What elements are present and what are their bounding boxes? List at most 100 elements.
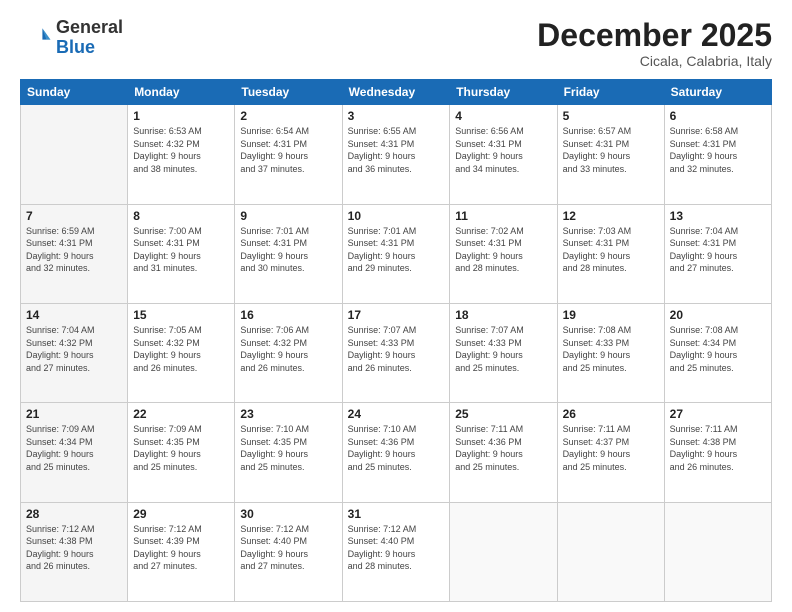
day-cell: 5 Sunrise: 6:57 AM Sunset: 4:31 PM Daylig…	[557, 105, 664, 204]
day-cell: 16 Sunrise: 7:06 AM Sunset: 4:32 PM Dayli…	[235, 303, 342, 402]
day-info: Sunrise: 7:04 AM Sunset: 4:32 PM Dayligh…	[26, 324, 122, 374]
day-cell: 10 Sunrise: 7:01 AM Sunset: 4:31 PM Dayli…	[342, 204, 450, 303]
day-cell: 18 Sunrise: 7:07 AM Sunset: 4:33 PM Dayli…	[450, 303, 557, 402]
col-header-monday: Monday	[128, 80, 235, 105]
day-info: Sunrise: 7:12 AM Sunset: 4:39 PM Dayligh…	[133, 523, 229, 573]
calendar: SundayMondayTuesdayWednesdayThursdayFrid…	[20, 79, 772, 602]
day-cell: 1 Sunrise: 6:53 AM Sunset: 4:32 PM Daylig…	[128, 105, 235, 204]
day-number: 28	[26, 507, 122, 521]
day-number: 3	[348, 109, 445, 123]
logo: General Blue	[20, 18, 123, 58]
week-row-4: 28 Sunrise: 7:12 AM Sunset: 4:38 PM Dayli…	[21, 502, 772, 601]
day-number: 27	[670, 407, 766, 421]
day-info: Sunrise: 7:12 AM Sunset: 4:40 PM Dayligh…	[348, 523, 445, 573]
day-info: Sunrise: 7:01 AM Sunset: 4:31 PM Dayligh…	[348, 225, 445, 275]
day-number: 11	[455, 209, 551, 223]
day-number: 31	[348, 507, 445, 521]
day-info: Sunrise: 7:01 AM Sunset: 4:31 PM Dayligh…	[240, 225, 336, 275]
day-info: Sunrise: 6:55 AM Sunset: 4:31 PM Dayligh…	[348, 125, 445, 175]
day-number: 22	[133, 407, 229, 421]
location: Cicala, Calabria, Italy	[537, 53, 772, 69]
day-info: Sunrise: 7:11 AM Sunset: 4:37 PM Dayligh…	[563, 423, 659, 473]
month-title: December 2025	[537, 18, 772, 53]
day-cell: 13Sunrise: 7:04 AM Sunset: 4:31 PM Dayli…	[664, 204, 771, 303]
day-cell: 8Sunrise: 7:00 AM Sunset: 4:31 PM Daylig…	[128, 204, 235, 303]
day-cell: 3 Sunrise: 6:55 AM Sunset: 4:31 PM Daylig…	[342, 105, 450, 204]
day-info: Sunrise: 7:10 AM Sunset: 4:35 PM Dayligh…	[240, 423, 336, 473]
day-cell: 24 Sunrise: 7:10 AM Sunset: 4:36 PM Dayli…	[342, 403, 450, 502]
day-number: 8	[133, 209, 229, 223]
title-section: December 2025 Cicala, Calabria, Italy	[537, 18, 772, 69]
day-number: 24	[348, 407, 445, 421]
day-number: 10	[348, 209, 445, 223]
col-header-tuesday: Tuesday	[235, 80, 342, 105]
day-info: Sunrise: 7:10 AM Sunset: 4:36 PM Dayligh…	[348, 423, 445, 473]
day-info: Sunrise: 7:06 AM Sunset: 4:32 PM Dayligh…	[240, 324, 336, 374]
day-info: Sunrise: 6:53 AM Sunset: 4:32 PM Dayligh…	[133, 125, 229, 175]
day-number: 23	[240, 407, 336, 421]
day-cell: 2Sunrise: 6:54 AM Sunset: 4:31 PM Daylig…	[235, 105, 342, 204]
day-cell: 20Sunrise: 7:08 AM Sunset: 4:34 PM Dayli…	[664, 303, 771, 402]
day-info: Sunrise: 7:03 AM Sunset: 4:31 PM Dayligh…	[563, 225, 659, 275]
day-cell: 11Sunrise: 7:02 AM Sunset: 4:31 PM Dayli…	[450, 204, 557, 303]
day-cell: 7 Sunrise: 6:59 AM Sunset: 4:31 PM Daylig…	[21, 204, 128, 303]
day-info: Sunrise: 7:11 AM Sunset: 4:36 PM Dayligh…	[455, 423, 551, 473]
week-row-3: 21 Sunrise: 7:09 AM Sunset: 4:34 PM Dayli…	[21, 403, 772, 502]
day-number: 30	[240, 507, 336, 521]
day-cell: 14 Sunrise: 7:04 AM Sunset: 4:32 PM Dayli…	[21, 303, 128, 402]
day-cell: 27Sunrise: 7:11 AM Sunset: 4:38 PM Dayli…	[664, 403, 771, 502]
day-cell	[450, 502, 557, 601]
day-cell: 28 Sunrise: 7:12 AM Sunset: 4:38 PM Dayli…	[21, 502, 128, 601]
day-cell: 31 Sunrise: 7:12 AM Sunset: 4:40 PM Dayli…	[342, 502, 450, 601]
day-number: 19	[563, 308, 659, 322]
day-number: 18	[455, 308, 551, 322]
col-header-thursday: Thursday	[450, 80, 557, 105]
week-row-1: 7 Sunrise: 6:59 AM Sunset: 4:31 PM Daylig…	[21, 204, 772, 303]
day-cell: 22 Sunrise: 7:09 AM Sunset: 4:35 PM Dayli…	[128, 403, 235, 502]
day-info: Sunrise: 6:58 AM Sunset: 4:31 PM Dayligh…	[670, 125, 766, 175]
day-info: Sunrise: 7:08 AM Sunset: 4:33 PM Dayligh…	[563, 324, 659, 374]
day-cell: 23 Sunrise: 7:10 AM Sunset: 4:35 PM Dayli…	[235, 403, 342, 502]
day-number: 2	[240, 109, 336, 123]
col-header-sunday: Sunday	[21, 80, 128, 105]
day-info: Sunrise: 6:59 AM Sunset: 4:31 PM Dayligh…	[26, 225, 122, 275]
calendar-body: 1 Sunrise: 6:53 AM Sunset: 4:32 PM Daylig…	[21, 105, 772, 602]
day-info: Sunrise: 7:07 AM Sunset: 4:33 PM Dayligh…	[348, 324, 445, 374]
day-info: Sunrise: 6:56 AM Sunset: 4:31 PM Dayligh…	[455, 125, 551, 175]
day-number: 14	[26, 308, 122, 322]
logo-icon	[20, 22, 52, 54]
logo-blue-text: Blue	[56, 38, 123, 58]
day-cell: 21 Sunrise: 7:09 AM Sunset: 4:34 PM Dayli…	[21, 403, 128, 502]
day-info: Sunrise: 7:08 AM Sunset: 4:34 PM Dayligh…	[670, 324, 766, 374]
day-info: Sunrise: 7:05 AM Sunset: 4:32 PM Dayligh…	[133, 324, 229, 374]
day-number: 16	[240, 308, 336, 322]
day-cell	[21, 105, 128, 204]
day-number: 12	[563, 209, 659, 223]
day-number: 26	[563, 407, 659, 421]
week-row-0: 1 Sunrise: 6:53 AM Sunset: 4:32 PM Daylig…	[21, 105, 772, 204]
day-cell: 19 Sunrise: 7:08 AM Sunset: 4:33 PM Dayli…	[557, 303, 664, 402]
day-info: Sunrise: 6:57 AM Sunset: 4:31 PM Dayligh…	[563, 125, 659, 175]
logo-general-text: General	[56, 18, 123, 38]
day-cell: 30Sunrise: 7:12 AM Sunset: 4:40 PM Dayli…	[235, 502, 342, 601]
day-number: 7	[26, 209, 122, 223]
day-number: 9	[240, 209, 336, 223]
day-cell	[557, 502, 664, 601]
day-info: Sunrise: 7:12 AM Sunset: 4:38 PM Dayligh…	[26, 523, 122, 573]
day-number: 29	[133, 507, 229, 521]
header: General Blue December 2025 Cicala, Calab…	[20, 18, 772, 69]
day-number: 21	[26, 407, 122, 421]
day-number: 5	[563, 109, 659, 123]
day-number: 25	[455, 407, 551, 421]
day-number: 1	[133, 109, 229, 123]
col-header-wednesday: Wednesday	[342, 80, 450, 105]
day-number: 17	[348, 308, 445, 322]
day-info: Sunrise: 7:09 AM Sunset: 4:35 PM Dayligh…	[133, 423, 229, 473]
day-cell: 25 Sunrise: 7:11 AM Sunset: 4:36 PM Dayli…	[450, 403, 557, 502]
day-info: Sunrise: 7:09 AM Sunset: 4:34 PM Dayligh…	[26, 423, 122, 473]
day-cell: 26 Sunrise: 7:11 AM Sunset: 4:37 PM Dayli…	[557, 403, 664, 502]
day-info: Sunrise: 7:07 AM Sunset: 4:33 PM Dayligh…	[455, 324, 551, 374]
day-number: 13	[670, 209, 766, 223]
col-header-saturday: Saturday	[664, 80, 771, 105]
day-cell: 4Sunrise: 6:56 AM Sunset: 4:31 PM Daylig…	[450, 105, 557, 204]
